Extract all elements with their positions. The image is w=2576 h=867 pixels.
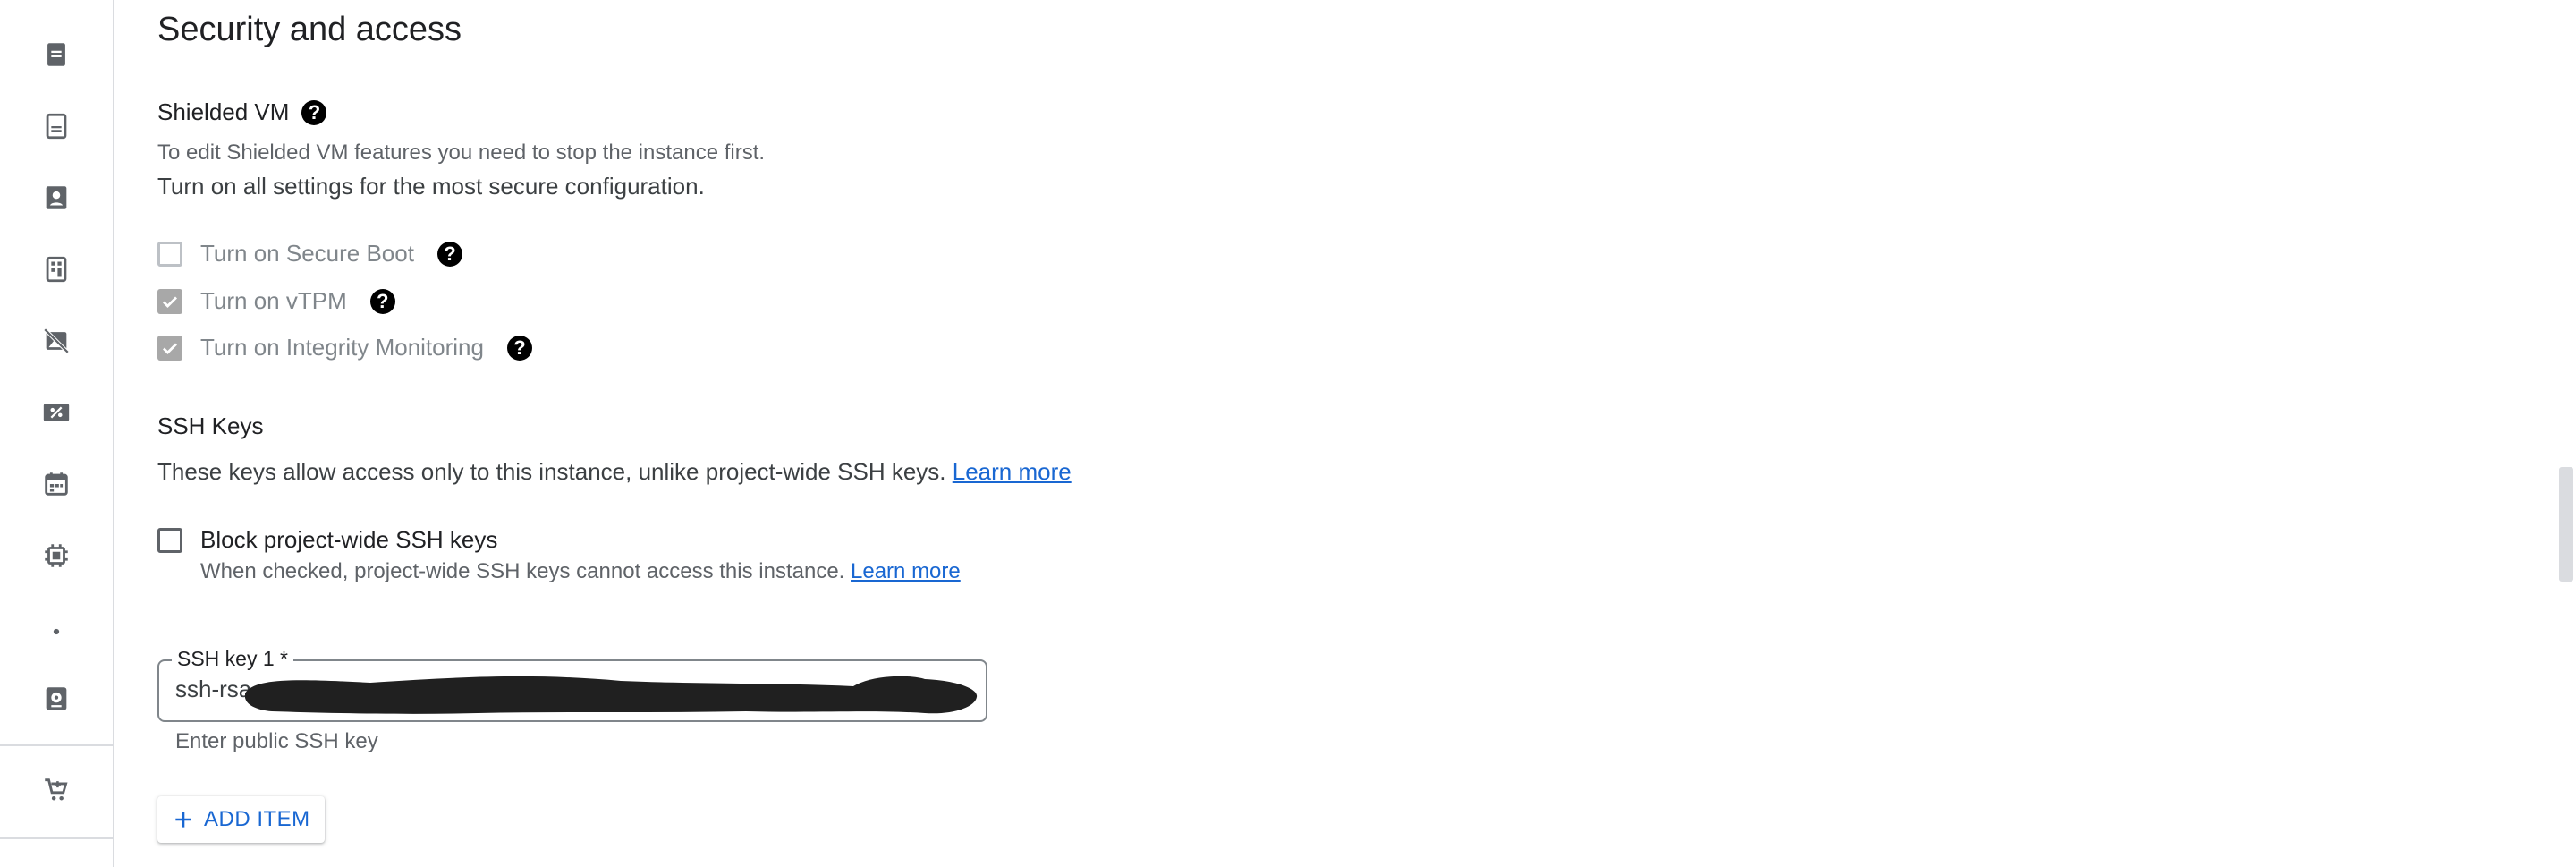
page: Security and access Shielded VM ? To edi…: [0, 0, 2576, 867]
shielded-vm-recommendation: Turn on all settings for the most secure…: [157, 173, 705, 200]
ssh-keys-heading: SSH Keys: [157, 412, 264, 440]
shielded-vm-note: To edit Shielded VM features you need to…: [157, 140, 766, 165]
ssh-keys-learn-more-link[interactable]: Learn more: [953, 458, 1072, 485]
scrollbar-track[interactable]: [2553, 0, 2576, 867]
nav-discount-icon[interactable]: [38, 395, 74, 430]
help-circle-icon[interactable]: ?: [369, 288, 395, 314]
ssh-key-1-hint: Enter public SSH key: [175, 729, 378, 753]
block-project-ssh-learn-more-link[interactable]: Learn more: [851, 559, 961, 583]
section-title: Security and access: [157, 11, 462, 48]
block-project-ssh-option: Block project-wide SSH keys: [157, 526, 497, 554]
shielded-vm-title: Shielded VM: [157, 98, 290, 125]
vtpm-label: Turn on vTPM: [200, 287, 347, 314]
scrollbar-thumb[interactable]: [2559, 467, 2573, 582]
vtpm-option: Turn on vTPM ?: [157, 287, 395, 315]
add-item-label: ADD ITEM: [204, 807, 310, 831]
ssh-key-1-label: SSH key 1 *: [172, 647, 293, 671]
ssh-keys-description-text: These keys allow access only to this ins…: [157, 458, 946, 485]
vtpm-checkbox[interactable]: [157, 288, 182, 314]
ssh-keys-description: These keys allow access only to this ins…: [157, 458, 1072, 486]
help-circle-icon[interactable]: ?: [301, 99, 327, 125]
nav-no-image-icon[interactable]: [38, 323, 74, 359]
integrity-monitoring-label: Turn on Integrity Monitoring: [200, 334, 484, 361]
nav-marketplace-cart-icon[interactable]: [38, 772, 74, 808]
nav-separator: [0, 837, 113, 839]
check-icon: [163, 343, 177, 354]
secure-boot-label: Turn on Secure Boot: [200, 240, 414, 267]
nav-storage-disk-icon[interactable]: [38, 681, 74, 717]
ssh-key-1-field: SSH key 1 *: [157, 647, 987, 722]
block-project-ssh-help-text: When checked, project-wide SSH keys cann…: [200, 559, 845, 583]
nav-chip-settings-icon[interactable]: [38, 538, 74, 574]
block-project-ssh-checkbox[interactable]: [157, 527, 182, 553]
integrity-monitoring-option: Turn on Integrity Monitoring ?: [157, 334, 532, 361]
nav-dot-icon[interactable]: [38, 614, 74, 650]
nav-calculator-icon[interactable]: [38, 251, 74, 287]
nav-account-box-icon[interactable]: [38, 180, 74, 216]
block-project-ssh-help: When checked, project-wide SSH keys cann…: [200, 559, 961, 584]
secure-boot-checkbox[interactable]: [157, 241, 182, 267]
integrity-monitoring-checkbox[interactable]: [157, 335, 182, 361]
add-item-button[interactable]: ADD ITEM: [157, 796, 325, 843]
redaction-mark: [245, 676, 978, 714]
plus-icon: [175, 812, 191, 828]
help-circle-icon[interactable]: ?: [506, 335, 532, 361]
help-circle-icon[interactable]: ?: [436, 241, 462, 267]
nav-calendar-icon[interactable]: [38, 466, 74, 502]
secure-boot-option: Turn on Secure Boot ?: [157, 240, 462, 268]
nav-document-icon[interactable]: [38, 108, 74, 144]
nav-receipt-icon[interactable]: [38, 37, 74, 72]
ssh-keys-title: SSH Keys: [157, 412, 264, 439]
left-nav-rail: [0, 0, 114, 867]
nav-separator: [0, 744, 113, 746]
check-icon: [163, 296, 177, 308]
block-project-ssh-label: Block project-wide SSH keys: [200, 526, 498, 553]
shielded-vm-heading: Shielded VM ?: [157, 98, 327, 126]
